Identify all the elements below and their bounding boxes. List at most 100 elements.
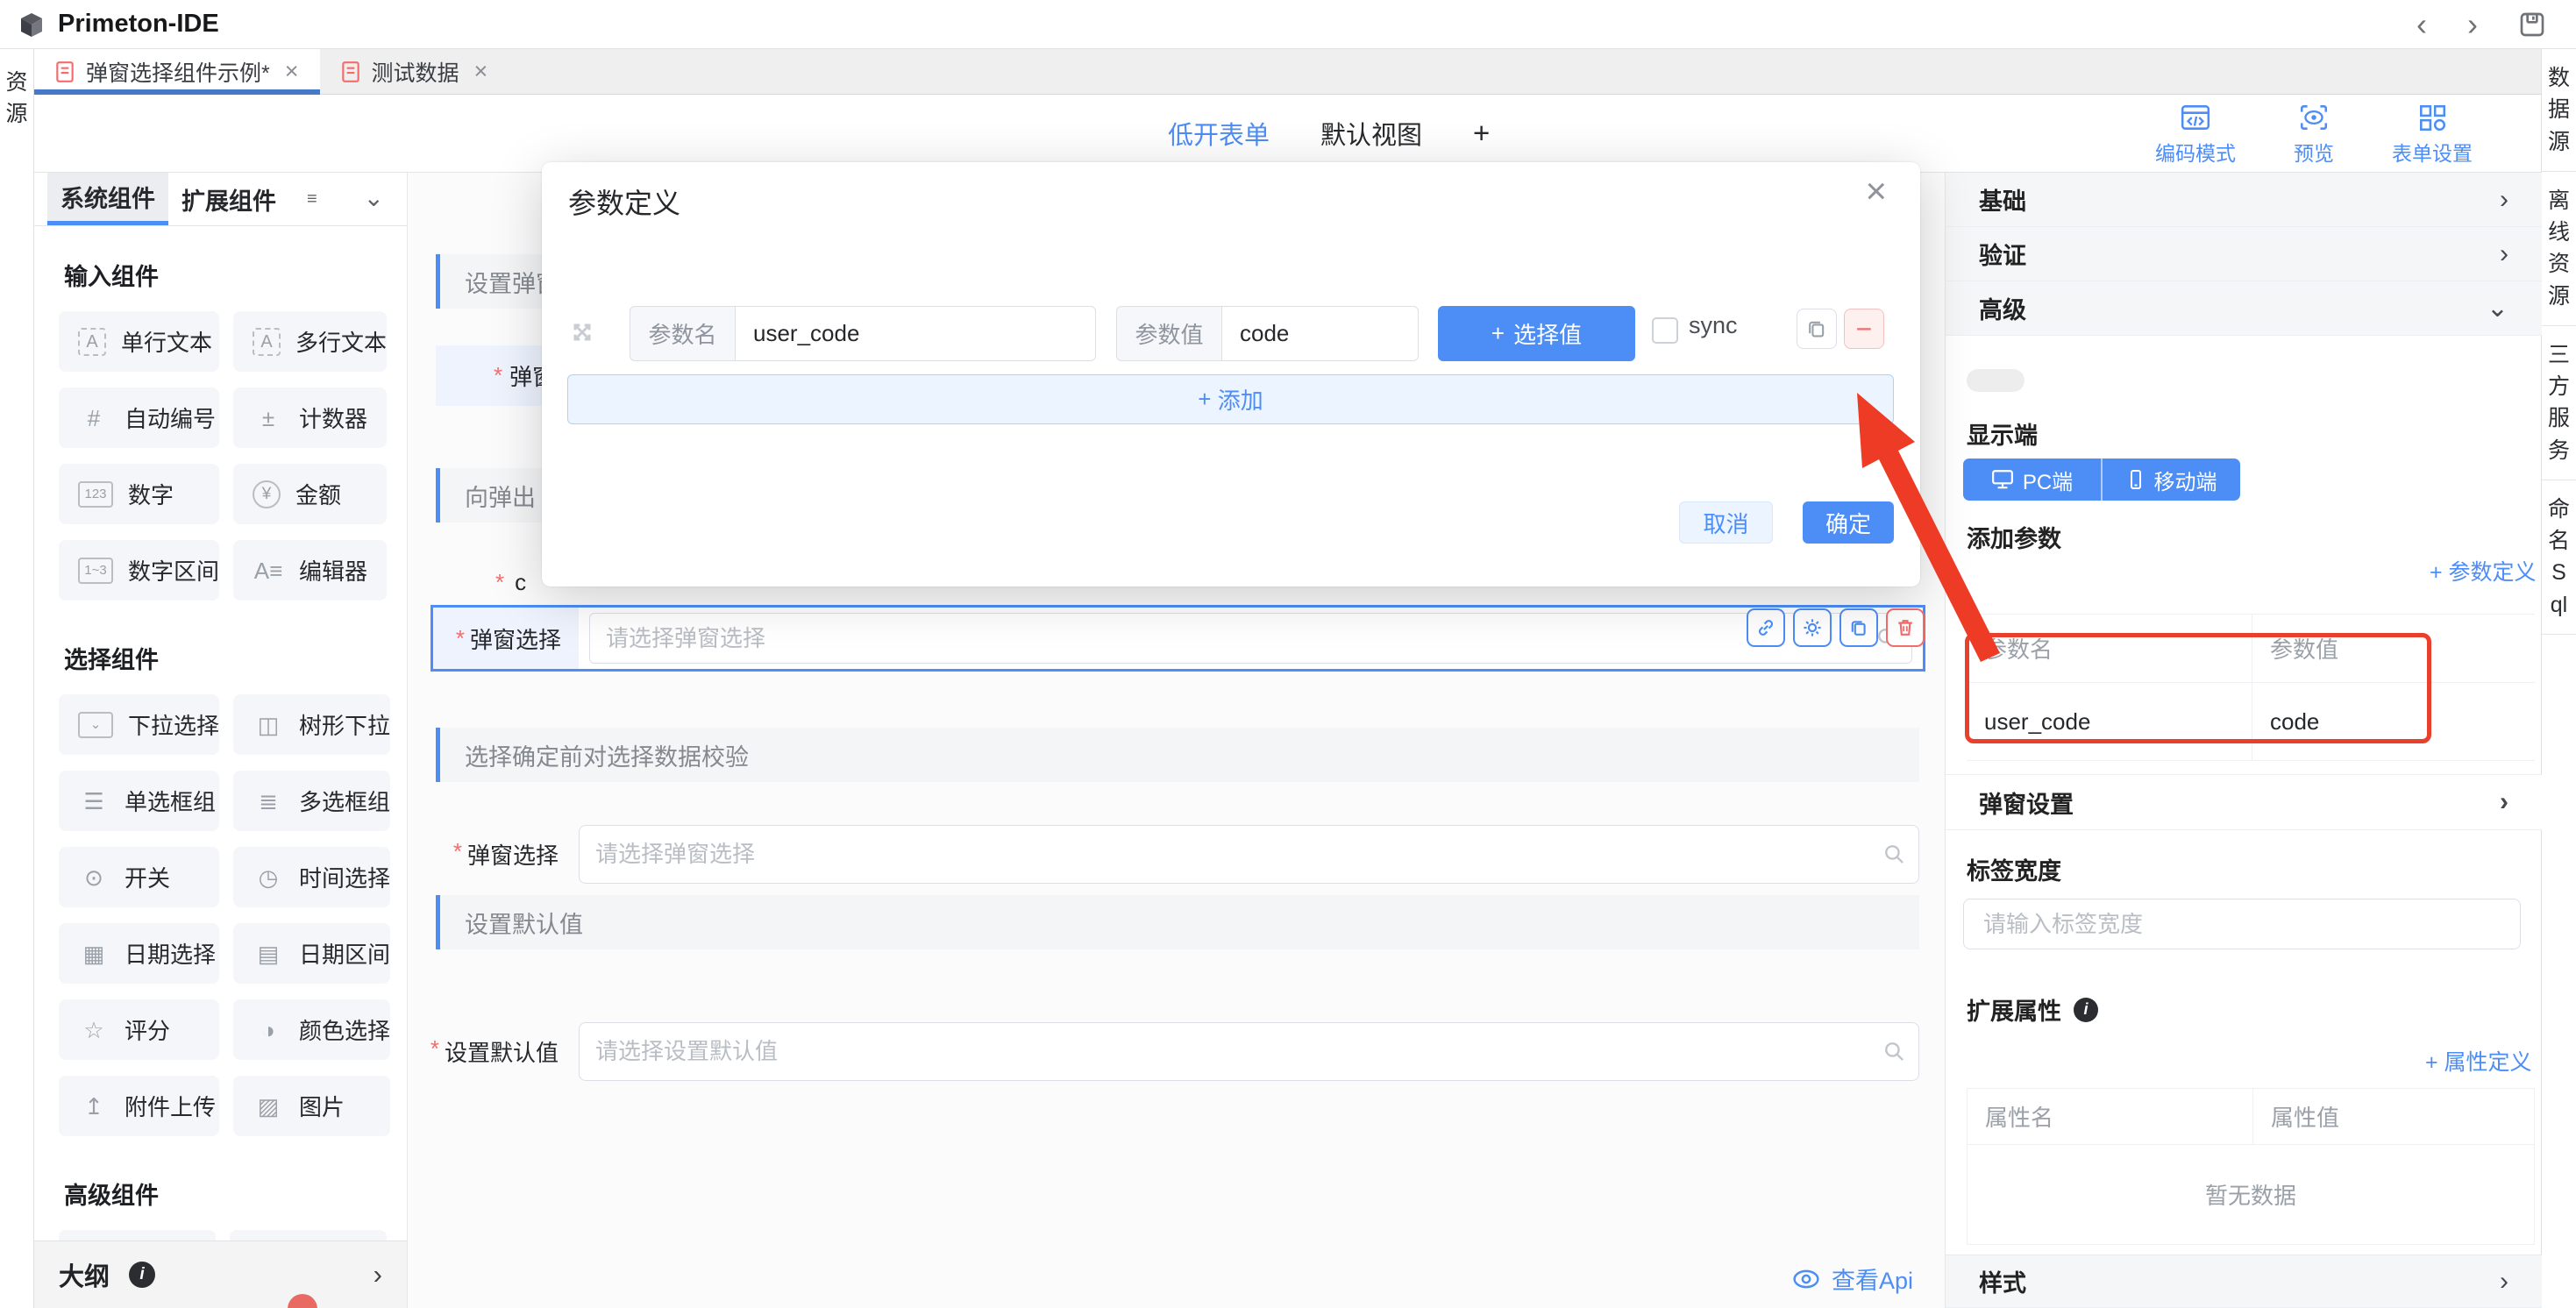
component-card-date-picker[interactable]: ▦日期选择 bbox=[59, 923, 219, 984]
add-view-button[interactable]: + bbox=[1473, 117, 1490, 150]
info-icon: i bbox=[2074, 998, 2098, 1022]
component-card-auto-number[interactable]: #自动编号 bbox=[59, 387, 219, 448]
copy-button[interactable] bbox=[1839, 608, 1878, 647]
mobile-side-button[interactable]: 移动端 bbox=[2103, 459, 2240, 501]
attr-define-link[interactable]: + 属性定义 bbox=[2425, 1045, 2532, 1077]
sync-checkbox[interactable] bbox=[1652, 317, 1678, 344]
close-icon[interactable]: × bbox=[285, 58, 299, 85]
param-table-row[interactable]: user_code code bbox=[1967, 683, 2535, 760]
default-value-input[interactable] bbox=[595, 1038, 1903, 1065]
settings-button[interactable] bbox=[1793, 608, 1832, 647]
component-card-number-range[interactable]: 1~3数字区间 bbox=[59, 540, 219, 601]
label-width-input[interactable] bbox=[1963, 899, 2521, 949]
component-card-org-select[interactable]: 品机构选择 bbox=[230, 1230, 387, 1240]
component-card-checkbox-group[interactable]: ≣多选框组 bbox=[233, 771, 390, 831]
search-icon bbox=[1883, 843, 1906, 866]
component-card-rating[interactable]: ☆评分 bbox=[59, 999, 219, 1060]
rail-item-datasource[interactable]: 数据源 bbox=[2542, 49, 2576, 172]
nav-forward-icon[interactable]: › bbox=[2467, 9, 2478, 40]
minus-icon: − bbox=[1856, 315, 1873, 343]
doc-tab-popup-select-example[interactable]: 弹窗选择组件示例* × bbox=[34, 49, 320, 94]
component-card-multi-line-text[interactable]: A多行文本 bbox=[233, 311, 387, 372]
save-icon[interactable] bbox=[2518, 11, 2546, 39]
close-icon[interactable]: × bbox=[474, 58, 488, 85]
component-card-number[interactable]: 123数字 bbox=[59, 464, 219, 524]
component-card-switch[interactable]: ⊙开关 bbox=[59, 847, 219, 907]
drag-handle-icon[interactable] bbox=[568, 318, 596, 346]
preview-button[interactable]: 预览 bbox=[2294, 103, 2334, 167]
section-header-default-value: 设置默认值 bbox=[436, 895, 1919, 949]
code-mode-button[interactable]: 编码模式 bbox=[2155, 103, 2236, 167]
remove-row-button[interactable]: − bbox=[1844, 309, 1884, 349]
popup-select-validate-input-wrap bbox=[579, 825, 1919, 884]
component-card-image[interactable]: ▨图片 bbox=[233, 1076, 390, 1136]
label-width-title: 标签宽度 bbox=[1967, 852, 2061, 886]
rail-item-third-party-service[interactable]: 三方服务 bbox=[2542, 326, 2576, 480]
counter-icon: ± bbox=[253, 407, 284, 430]
tab-default-view[interactable]: 默认视图 bbox=[1320, 115, 1422, 152]
doc-tab-test-data[interactable]: 测试数据 × bbox=[320, 49, 509, 94]
delete-button[interactable] bbox=[1886, 608, 1925, 647]
outline-bar[interactable]: 大纲 i › bbox=[34, 1240, 408, 1308]
left-rail: 资源 bbox=[0, 49, 34, 1308]
param-name-input[interactable] bbox=[735, 306, 1096, 361]
link-button[interactable] bbox=[1747, 608, 1785, 647]
confirm-button[interactable]: 确定 bbox=[1803, 501, 1894, 544]
chevron-right-icon[interactable]: › bbox=[374, 1259, 382, 1290]
component-card-date-range[interactable]: ▤日期区间 bbox=[233, 923, 390, 984]
param-value-input[interactable] bbox=[1221, 306, 1419, 361]
outline-label: 大纲 bbox=[59, 1256, 110, 1293]
accordion-advanced[interactable]: 高级 ⌄ bbox=[1946, 281, 2542, 336]
selected-field-popup-select[interactable]: * 弹窗选择 bbox=[431, 605, 1925, 672]
param-table-header: 参数名 参数值 bbox=[1967, 615, 2535, 683]
rail-item-named-sql[interactable]: 命名Sql bbox=[2542, 480, 2576, 635]
accordion-popup-settings[interactable]: 弹窗设置 › bbox=[1946, 774, 2542, 830]
component-card-tree-select[interactable]: ◫树形下拉 bbox=[233, 694, 390, 755]
component-card-select[interactable]: ⌄下拉选择 bbox=[59, 694, 219, 755]
tab-lowcode-form[interactable]: 低开表单 bbox=[1168, 115, 1270, 152]
tab-system-components[interactable]: 系统组件 bbox=[47, 173, 168, 225]
component-card-file-upload[interactable]: ↥附件上传 bbox=[59, 1076, 219, 1136]
popup-select-validate-input[interactable] bbox=[595, 841, 1903, 868]
component-card-amount[interactable]: ¥金额 bbox=[233, 464, 387, 524]
display-side-buttons: PC端 移动端 bbox=[1963, 459, 2240, 501]
param-value-header: 参数值 bbox=[2252, 615, 2535, 682]
attr-value-header: 属性值 bbox=[2253, 1089, 2534, 1144]
checkbox-group-icon: ≣ bbox=[253, 790, 284, 813]
param-define-link[interactable]: + 参数定义 bbox=[2430, 555, 2537, 586]
cancel-button[interactable]: 取消 bbox=[1679, 501, 1773, 544]
component-card-editor[interactable]: A≡编辑器 bbox=[233, 540, 387, 601]
editor-icon: A≡ bbox=[253, 559, 284, 582]
tab-extension-components[interactable]: 扩展组件 bbox=[168, 173, 289, 225]
component-card-person-select[interactable]: ○人员选择 bbox=[59, 1230, 216, 1240]
copy-icon bbox=[1805, 317, 1828, 340]
chevron-down-icon[interactable]: ⌄ bbox=[364, 183, 384, 212]
component-card-time-picker[interactable]: ◷时间选择 bbox=[233, 847, 390, 907]
pc-side-button[interactable]: PC端 bbox=[1963, 459, 2103, 501]
component-card-radio-group[interactable]: ☰单选框组 bbox=[59, 771, 219, 831]
search-icon bbox=[1883, 1041, 1906, 1063]
attr-table: 属性名 属性值 暂无数据 bbox=[1967, 1088, 2535, 1245]
accordion-validation[interactable]: 验证 › bbox=[1946, 227, 2542, 281]
close-icon[interactable]: × bbox=[1865, 173, 1887, 210]
code-mode-icon bbox=[2180, 103, 2211, 132]
component-card-counter[interactable]: ±计数器 bbox=[233, 387, 387, 448]
accordion-basic[interactable]: 基础 › bbox=[1946, 173, 2542, 227]
pick-value-button[interactable]: + 选择值 bbox=[1438, 306, 1635, 361]
component-menu-icon[interactable]: ≡ bbox=[307, 189, 317, 210]
component-card-color-picker[interactable]: ◑颜色选择 bbox=[233, 999, 390, 1060]
form-settings-button[interactable]: 表单设置 bbox=[2392, 103, 2473, 167]
popup-select-input[interactable] bbox=[606, 625, 1896, 652]
rail-item-resources[interactable]: 资源 bbox=[5, 67, 29, 131]
image-icon: ▨ bbox=[253, 1095, 284, 1118]
nav-back-icon[interactable]: ‹ bbox=[2416, 9, 2427, 40]
monitor-icon bbox=[1991, 469, 2014, 490]
component-card-single-line-text[interactable]: A单行文本 bbox=[59, 311, 219, 372]
param-define-modal: 参数定义 × 参数名 参数值 + 选择值 sync bbox=[542, 162, 1920, 586]
rail-item-offline-resource[interactable]: 离线资源 bbox=[2542, 172, 2576, 326]
add-param-button[interactable]: + 添加 bbox=[567, 374, 1894, 424]
param-name-addon: 参数名 bbox=[630, 306, 735, 361]
copy-row-button[interactable] bbox=[1797, 309, 1837, 349]
view-api-link[interactable]: 查看Api bbox=[1791, 1262, 1913, 1296]
accordion-style[interactable]: 样式 › bbox=[1946, 1255, 2542, 1308]
